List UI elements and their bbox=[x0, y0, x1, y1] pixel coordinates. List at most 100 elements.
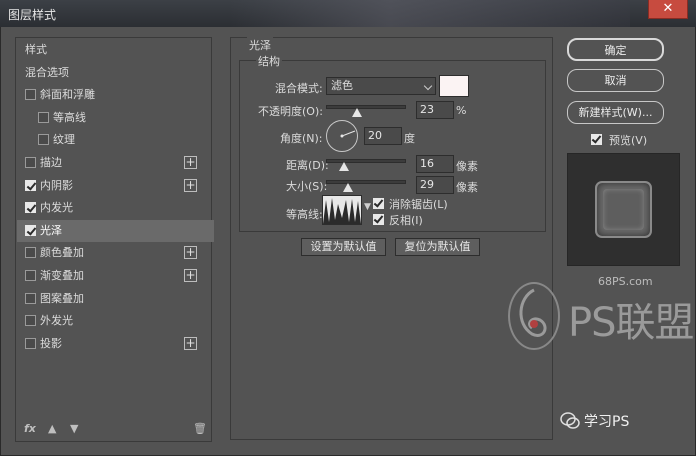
size-label: 大小(S): bbox=[286, 180, 328, 193]
style-list-item-label: 内阴影 bbox=[40, 178, 73, 192]
watermark-logo-swirl-icon bbox=[508, 282, 560, 350]
distance-input[interactable]: 16 bbox=[416, 155, 454, 173]
cancel-button[interactable]: 取消 bbox=[567, 69, 664, 92]
style-list-item[interactable]: 样式 bbox=[17, 39, 214, 61]
new-style-button[interactable]: 新建样式(W)... bbox=[567, 101, 664, 124]
style-list-item[interactable]: 斜面和浮雕 bbox=[17, 84, 214, 106]
style-list-item[interactable]: 纹理 bbox=[17, 129, 214, 151]
opacity-label: 不透明度(O): bbox=[258, 105, 323, 118]
arrow-up-icon[interactable]: ▲ bbox=[48, 422, 56, 435]
opacity-slider[interactable] bbox=[326, 105, 406, 109]
opacity-input[interactable]: 23 bbox=[416, 101, 454, 119]
style-list-item[interactable]: 外发光 bbox=[17, 310, 214, 332]
angle-dial-needle bbox=[340, 130, 356, 138]
style-list-toolbar: fx ▲ ▼ 🗑 bbox=[16, 418, 211, 440]
ok-button[interactable]: 确定 bbox=[567, 38, 664, 61]
chevron-down-icon bbox=[423, 81, 433, 91]
satin-color-swatch[interactable] bbox=[439, 75, 469, 97]
satin-group-title: 光泽 bbox=[247, 37, 273, 53]
contour-label: 等高线: bbox=[286, 208, 323, 221]
preview-label: 预览(V) bbox=[609, 134, 648, 147]
watermark-site: 68PS.com bbox=[598, 275, 653, 288]
trash-icon[interactable]: 🗑 bbox=[193, 422, 207, 435]
size-input[interactable]: 29 bbox=[416, 176, 454, 194]
style-list-item[interactable]: 混合选项 bbox=[17, 62, 214, 84]
style-list-item[interactable]: 图案叠加 bbox=[17, 288, 214, 310]
style-checkbox[interactable] bbox=[25, 337, 36, 349]
add-effect-plus-icon[interactable]: + bbox=[184, 156, 197, 169]
size-slider-thumb[interactable] bbox=[343, 183, 354, 192]
style-list-item[interactable]: 内阴影 + bbox=[17, 175, 214, 197]
watermark-swirl-shape bbox=[519, 288, 547, 337]
preview-checkbox[interactable] bbox=[591, 134, 602, 145]
style-list-item-label: 内发光 bbox=[40, 201, 73, 215]
style-checkbox[interactable] bbox=[38, 134, 49, 146]
add-effect-plus-icon[interactable]: + bbox=[184, 269, 197, 282]
style-list-item-label: 渐变叠加 bbox=[40, 269, 84, 282]
style-list-item-label: 颜色叠加 bbox=[40, 246, 84, 260]
style-checkbox[interactable] bbox=[25, 179, 36, 191]
style-preview-box bbox=[567, 153, 680, 266]
style-checkbox[interactable] bbox=[25, 157, 36, 168]
style-list-item[interactable]: 渐变叠加 + bbox=[17, 265, 214, 287]
style-list-panel: 样式混合选项斜面和浮雕等高线纹理描边 + 内阴影 + 内发光光泽颜色叠加 + 渐变叠加 + 图案… bbox=[15, 37, 214, 442]
contour-picker[interactable] bbox=[322, 195, 362, 225]
style-list-item-label: 外发光 bbox=[40, 314, 73, 328]
style-checkbox[interactable] bbox=[25, 247, 36, 259]
distance-label: 距离(D): bbox=[286, 159, 329, 172]
wechat-icon bbox=[560, 412, 580, 429]
style-checkbox[interactable] bbox=[25, 315, 36, 327]
fx-button[interactable]: fx bbox=[24, 422, 36, 435]
make-default-button[interactable]: 设置为默认值 bbox=[301, 238, 386, 256]
style-list-item[interactable]: 描边 + bbox=[17, 152, 214, 174]
style-list-item-label: 混合选项 bbox=[25, 65, 69, 79]
structure-group: 结构 混合模式: 滤色 不透明度(O): 23 % 角度(N): 20 度 距离… bbox=[239, 53, 546, 232]
style-list-item-label: 样式 bbox=[25, 43, 47, 56]
window-title: 图层样式 bbox=[8, 8, 57, 22]
contour-dropdown-arrow-icon[interactable]: ▼ bbox=[364, 202, 371, 212]
opacity-unit: % bbox=[456, 104, 467, 117]
satin-group: 光泽 结构 混合模式: 滤色 不透明度(O): 23 % 角度(N): 20 度… bbox=[230, 37, 553, 440]
antialias-label: 消除锯齿(L) bbox=[389, 198, 448, 211]
style-checkbox[interactable] bbox=[25, 270, 36, 281]
style-list-item-label: 光泽 bbox=[40, 223, 62, 237]
watermark: 68PS.com PS联盟 bbox=[500, 270, 696, 360]
add-effect-plus-icon[interactable]: + bbox=[184, 246, 197, 260]
style-checkbox[interactable] bbox=[25, 292, 36, 304]
distance-slider[interactable] bbox=[326, 159, 406, 163]
style-list-item[interactable]: 内发光 bbox=[17, 197, 214, 219]
preview-thumbnail-inner bbox=[603, 189, 644, 230]
contour-curve-icon bbox=[323, 198, 361, 224]
blend-mode-label: 混合模式: bbox=[275, 82, 323, 95]
style-checkbox[interactable] bbox=[25, 89, 36, 101]
watermark-logo-text: PS联盟 bbox=[568, 300, 695, 346]
add-effect-plus-icon[interactable]: + bbox=[184, 336, 197, 350]
size-slider[interactable] bbox=[326, 180, 406, 184]
invert-checkbox[interactable] bbox=[373, 214, 384, 225]
reset-default-button[interactable]: 复位为默认值 bbox=[395, 238, 480, 256]
style-list-item-label: 纹理 bbox=[53, 133, 75, 147]
structure-group-title: 结构 bbox=[256, 53, 282, 69]
blend-mode-select[interactable]: 滤色 bbox=[326, 77, 436, 95]
angle-dial[interactable] bbox=[326, 120, 358, 152]
style-list-item[interactable]: 光泽 bbox=[17, 219, 214, 242]
style-list-item-label: 投影 bbox=[40, 336, 62, 350]
antialias-checkbox[interactable] bbox=[373, 198, 384, 209]
style-list-item-label: 斜面和浮雕 bbox=[40, 88, 95, 102]
style-list-item[interactable]: 投影 + bbox=[17, 333, 214, 355]
style-list-item[interactable]: 颜色叠加 + bbox=[17, 242, 214, 264]
close-button[interactable]: ✕ bbox=[648, 0, 688, 19]
angle-input[interactable]: 20 bbox=[364, 127, 402, 145]
style-checkbox[interactable] bbox=[25, 224, 36, 236]
angle-label: 角度(N): bbox=[280, 132, 323, 145]
arrow-down-icon[interactable]: ▼ bbox=[70, 422, 78, 435]
distance-slider-thumb[interactable] bbox=[339, 162, 350, 171]
add-effect-plus-icon[interactable]: + bbox=[184, 178, 197, 192]
style-checkbox[interactable] bbox=[25, 202, 36, 214]
preview-thumbnail bbox=[595, 181, 652, 238]
style-checkbox[interactable] bbox=[38, 111, 49, 123]
opacity-slider-thumb[interactable] bbox=[352, 108, 363, 117]
invert-label: 反相(I) bbox=[389, 214, 423, 227]
style-list-item[interactable]: 等高线 bbox=[17, 107, 214, 129]
title-bar: 图层样式 ✕ bbox=[0, 0, 696, 27]
